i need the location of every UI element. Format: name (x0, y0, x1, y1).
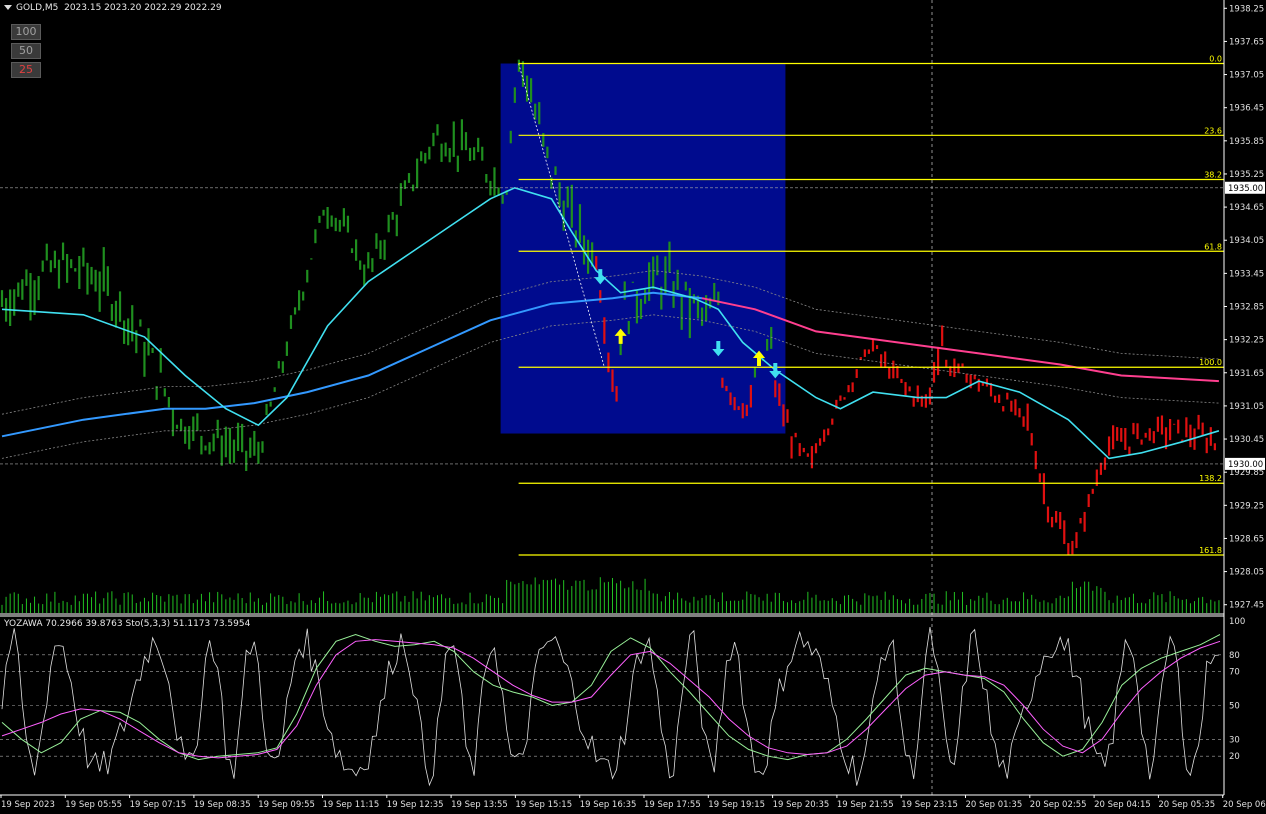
fib-level-label: 100.0 (1199, 358, 1222, 367)
fib-level-label: 38.2 (1204, 170, 1222, 179)
stochastic-main-line (1, 633, 1221, 761)
price-tag-label: 1930.00 (1228, 460, 1263, 470)
price-axis-label: 1931.05 (1229, 402, 1264, 412)
chart-ohlc: 2023.15 2023.20 2022.29 2022.29 (64, 3, 222, 13)
trading-chart-window[interactable]: 0.0 23.6 38.2 61.8 100.0 138.2 161.8 1938.25 193… (0, 0, 1266, 814)
zoom-25-button[interactable]: 25 (11, 62, 41, 78)
stochastic-signal-line (1, 639, 1221, 759)
time-axis-label: 20 Sep 04:15 (1094, 800, 1151, 810)
fib-level-label: 0.0 (1209, 55, 1222, 64)
osc-axis-label: 100 (1229, 617, 1245, 627)
time-axis-label: 19 Sep 17:55 (644, 800, 701, 810)
chart-title: GOLD,M5 2023.15 2023.20 2022.29 2022.29 (4, 3, 222, 13)
osc-axis-label: 50 (1229, 702, 1240, 712)
time-axis-label: 19 Sep 19:15 (708, 800, 765, 810)
time-axis-label: 19 Sep 13:55 (451, 800, 508, 810)
fib-level-label: 138.2 (1199, 474, 1222, 483)
price-axis-label: 1932.85 (1229, 303, 1264, 313)
price-axis-label: 1935.25 (1229, 170, 1264, 180)
indicator-title: YOZAWA 70.2966 39.8763 Sto(5,3,3) 51.117… (4, 619, 250, 629)
price-axis-label: 1933.45 (1229, 269, 1264, 279)
time-axis-label: 20 Sep 05:35 (1158, 800, 1215, 810)
price-axis-label: 1927.45 (1229, 601, 1264, 611)
fib-zone (500, 63, 786, 434)
price-axis-label: 1938.25 (1229, 4, 1264, 14)
osc-axis-label: 70 (1229, 668, 1240, 678)
time-axis-label: 20 Sep 02:55 (1030, 800, 1087, 810)
price-axis-label: 1937.05 (1229, 71, 1264, 81)
price-axis-label: 1930.45 (1229, 435, 1264, 445)
zoom-100-button[interactable]: 100 (11, 24, 41, 40)
price-axis-label: 1928.05 (1229, 568, 1264, 578)
time-axis-label: 19 Sep 08:35 (194, 800, 251, 810)
time-axis-label: 19 Sep 07:15 (130, 800, 187, 810)
fib-level-label: 23.6 (1204, 126, 1222, 135)
price-axis-label: 1932.25 (1229, 336, 1264, 346)
price-tag-label: 1935.00 (1228, 184, 1263, 194)
zoom-50-button[interactable]: 50 (11, 43, 41, 59)
price-axis-label: 1928.65 (1229, 534, 1264, 544)
fib-level-label: 161.8 (1199, 546, 1222, 555)
time-axis-label: 20 Sep 01:35 (966, 800, 1023, 810)
time-axis-label: 19 Sep 15:15 (515, 800, 572, 810)
zoom-100-label: 100 (15, 25, 37, 38)
time-axis-label: 19 Sep 11:15 (323, 800, 380, 810)
time-axis-label: 19 Sep 20:35 (773, 800, 830, 810)
price-axis-label: 1934.05 (1229, 236, 1264, 246)
price-axis-label: 1931.65 (1229, 369, 1264, 379)
chart-canvas[interactable]: 0.0 23.6 38.2 61.8 100.0 138.2 161.8 1938.25 193… (0, 0, 1266, 814)
price-axis-label: 1935.85 (1229, 137, 1264, 147)
time-axis-label: 19 Sep 09:55 (258, 800, 315, 810)
time-axis-label: 19 Sep 12:35 (387, 800, 444, 810)
osc-axis-label: 80 (1229, 651, 1240, 661)
zoom-50-label: 50 (19, 44, 33, 57)
time-axis-label: 19 Sep 21:55 (837, 800, 894, 810)
time-axis-label: 19 Sep 16:35 (580, 800, 637, 810)
time-axis-label: 19 Sep 05:55 (65, 800, 122, 810)
price-axis-label: 1937.65 (1229, 37, 1264, 47)
fib-level-label: 61.8 (1204, 242, 1222, 251)
price-axis-label: 1929.25 (1229, 501, 1264, 511)
time-axis-label: 19 Sep 2023 (1, 800, 55, 810)
zoom-25-label: 25 (19, 63, 33, 76)
time-axis-label: 19 Sep 23:15 (901, 800, 958, 810)
indicator-header-text: YOZAWA 70.2966 39.8763 Sto(5,3,3) 51.117… (4, 619, 251, 629)
price-axis-label: 1934.65 (1229, 203, 1264, 213)
osc-axis-label: 30 (1229, 735, 1240, 745)
chart-menu-icon[interactable] (4, 5, 12, 10)
oscillator-line (1, 626, 1219, 787)
chart-symbol: GOLD,M5 (16, 3, 59, 13)
price-axis-label: 1936.45 (1229, 104, 1264, 114)
osc-axis-label: 20 (1229, 752, 1240, 762)
time-axis-label: 20 Sep 06:55 (1223, 800, 1266, 810)
